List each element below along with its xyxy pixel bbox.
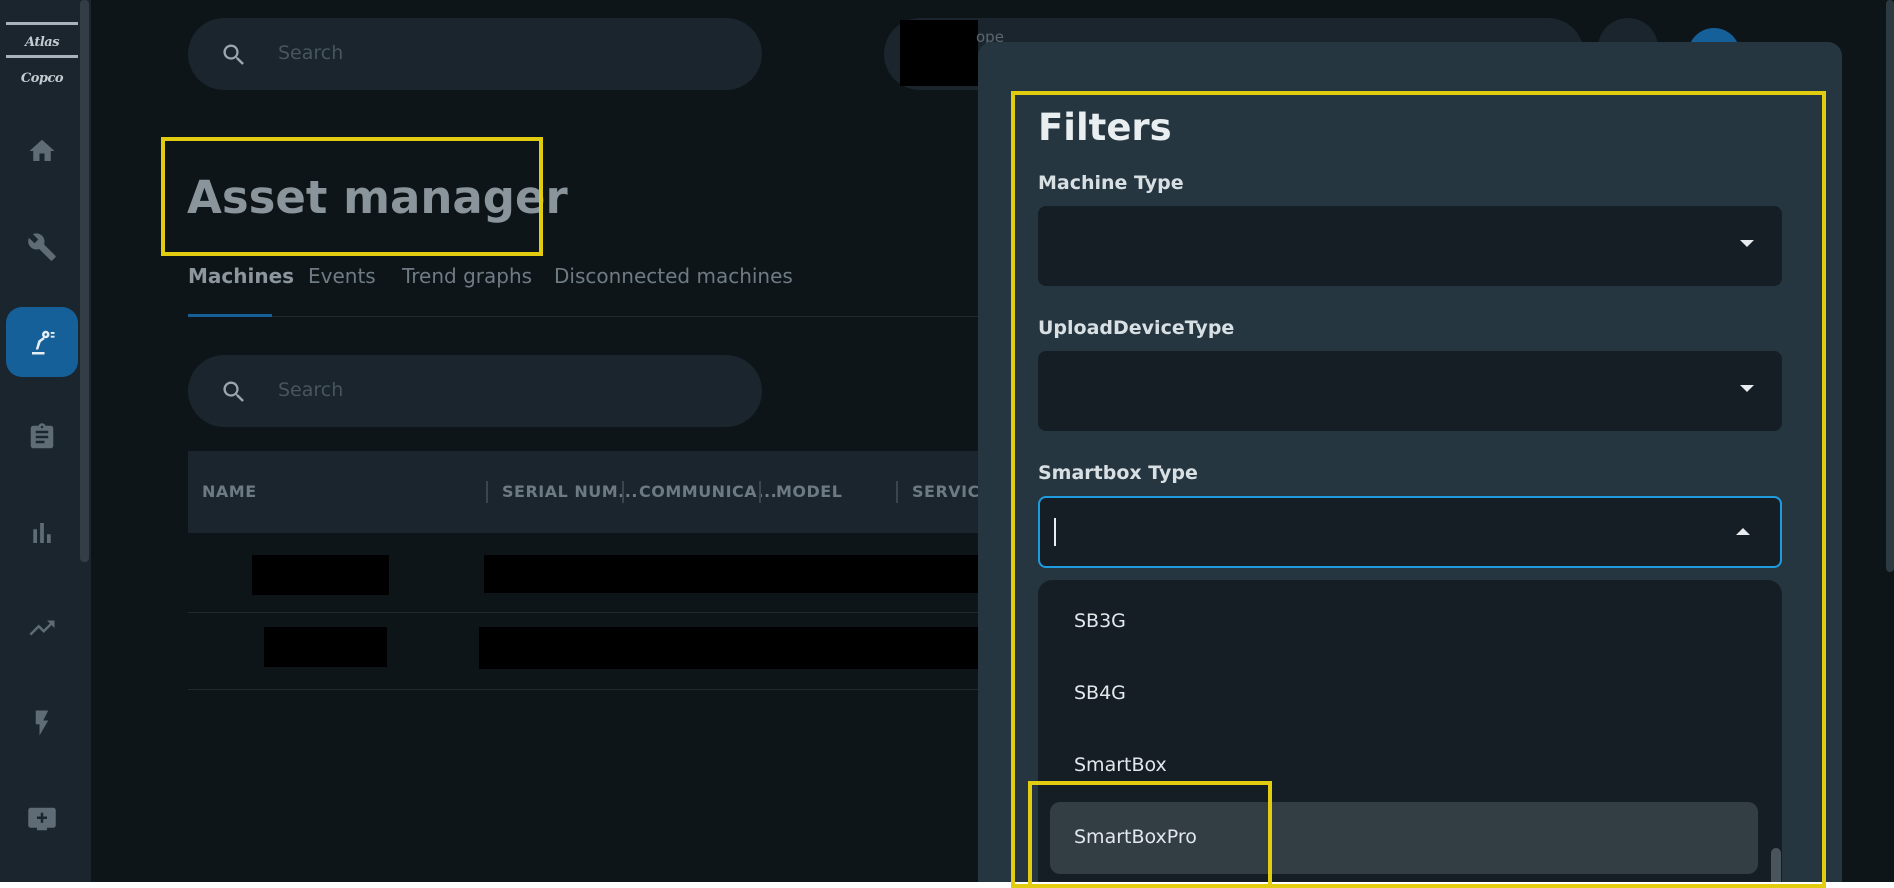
redacted-block xyxy=(900,20,978,86)
search-icon xyxy=(223,44,244,65)
sidebar-item-service[interactable] xyxy=(6,212,78,282)
table-header: NAME SERIAL NUM... COMMUNICA... MODEL SE… xyxy=(188,451,1008,533)
search-icon xyxy=(223,381,244,402)
column-header-name[interactable]: NAME xyxy=(202,482,257,501)
redacted-block xyxy=(479,627,979,669)
machine-search[interactable]: Search xyxy=(188,355,762,427)
trending-up-icon xyxy=(29,620,55,636)
robot-arm-icon xyxy=(32,330,55,355)
sidebar: Atlas Copco xyxy=(0,0,91,882)
sidebar-item-asset-manager[interactable] xyxy=(6,307,78,377)
lightning-icon xyxy=(35,710,49,736)
column-resizer[interactable] xyxy=(759,481,761,503)
annotation-box-title xyxy=(161,137,543,256)
sidebar-item-add-device[interactable] xyxy=(6,784,78,854)
tabs-divider xyxy=(188,316,1008,317)
column-header-communication[interactable]: COMMUNICA... xyxy=(639,482,777,501)
global-search-placeholder: Search xyxy=(278,42,344,64)
sidebar-item-reports[interactable] xyxy=(6,498,78,568)
clipboard-icon xyxy=(30,423,54,449)
tab-disconnected-machines[interactable]: Disconnected machines xyxy=(554,262,793,290)
column-resizer[interactable] xyxy=(622,481,624,503)
brand-logo: Atlas Copco xyxy=(6,22,78,86)
tab-machines[interactable]: Machines xyxy=(188,262,294,290)
active-tab-indicator xyxy=(188,314,272,317)
annotation-box-option xyxy=(1028,781,1272,888)
sidebar-scrollbar[interactable] xyxy=(80,0,89,562)
annotation-box-filters xyxy=(1011,91,1826,888)
redacted-block xyxy=(252,555,389,595)
machine-search-placeholder: Search xyxy=(278,379,344,401)
global-search[interactable]: Search xyxy=(188,18,762,90)
redacted-block xyxy=(264,627,387,667)
sidebar-item-trends[interactable] xyxy=(6,593,78,663)
column-resizer[interactable] xyxy=(486,481,488,503)
wrench-icon xyxy=(28,233,56,261)
sidebar-item-home[interactable] xyxy=(6,116,78,186)
monitor-add-icon xyxy=(28,807,56,831)
home-icon xyxy=(29,139,55,161)
sidebar-item-energy[interactable] xyxy=(6,688,78,758)
tab-events[interactable]: Events xyxy=(308,262,376,290)
sidebar-item-tasks[interactable] xyxy=(6,402,78,472)
column-header-model[interactable]: MODEL xyxy=(776,482,842,501)
tab-trend-graphs[interactable]: Trend graphs xyxy=(402,262,532,290)
column-resizer[interactable] xyxy=(896,481,898,503)
bar-chart-icon xyxy=(33,523,51,543)
column-header-serial-number[interactable]: SERIAL NUM... xyxy=(502,482,638,501)
redacted-block xyxy=(484,555,984,593)
page-scrollbar[interactable] xyxy=(1886,0,1894,572)
